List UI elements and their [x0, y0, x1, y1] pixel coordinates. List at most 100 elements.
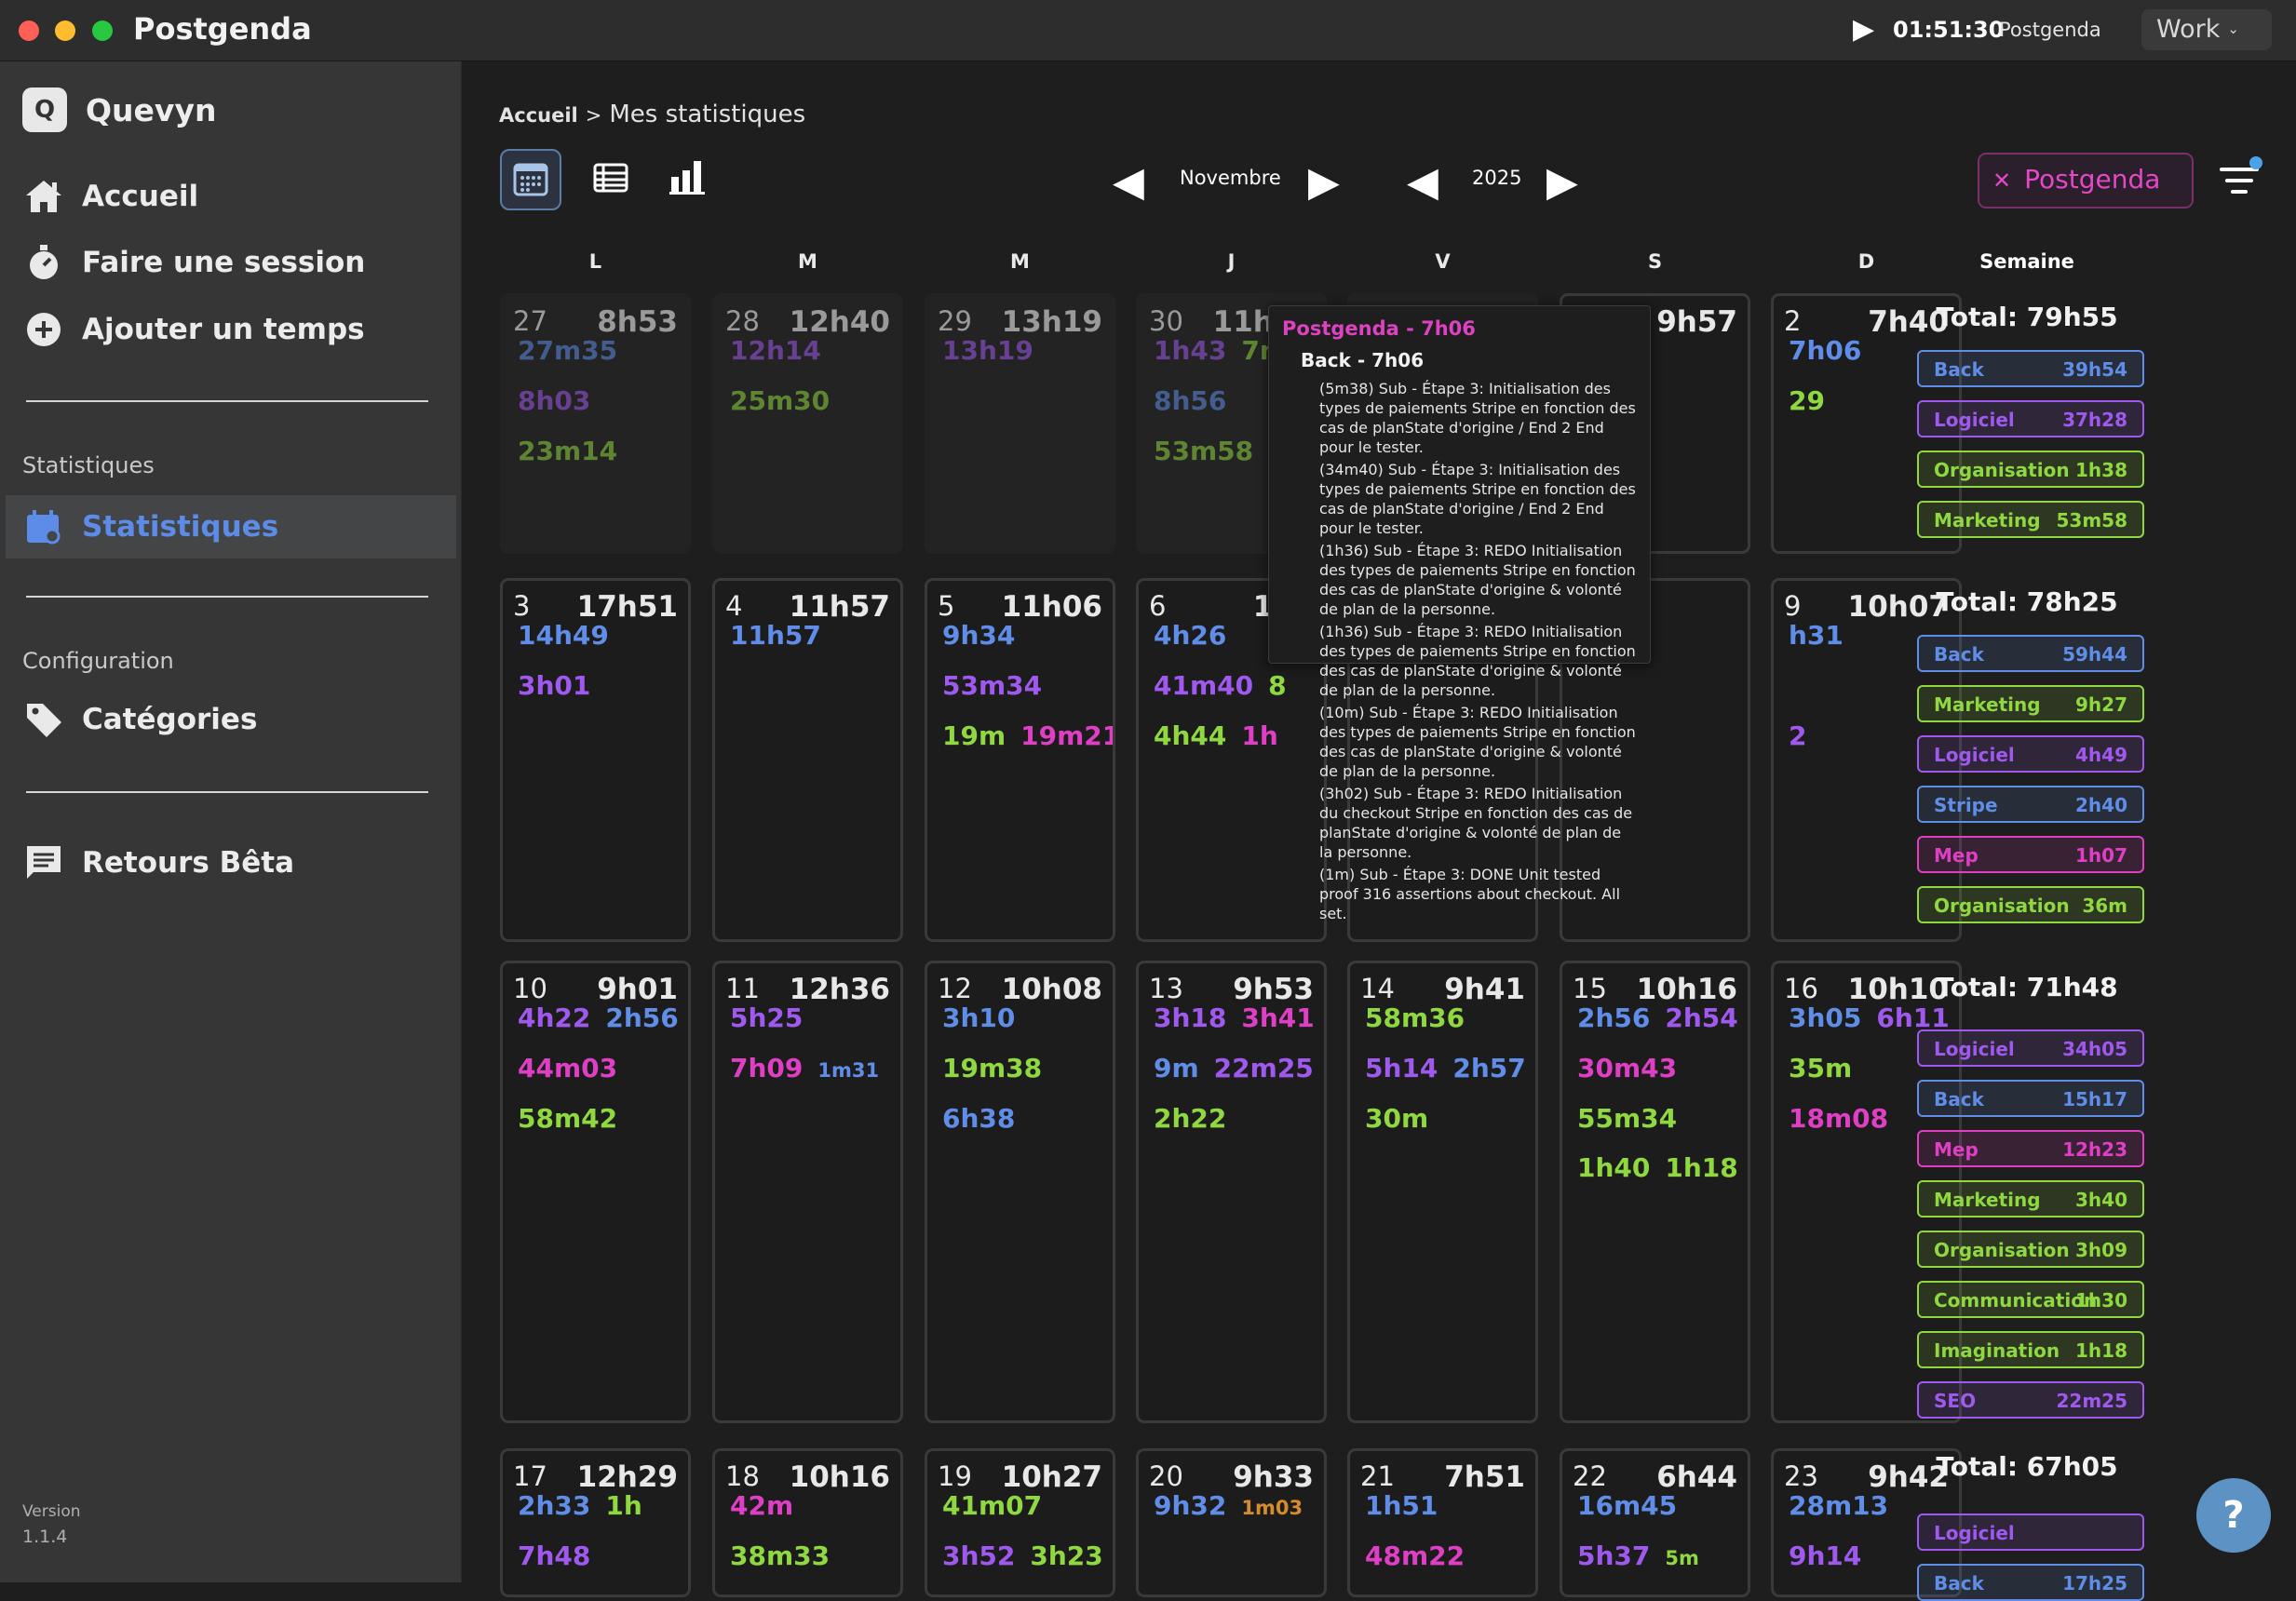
duration-value[interactable]: 25m30 [730, 385, 830, 416]
day-cell[interactable]: 10 9h01 4h22 2h56 44m03 58m42 [500, 961, 691, 1423]
duration-value[interactable]: 1h [1241, 720, 1277, 751]
duration-value[interactable]: 18m08 [1789, 1103, 1888, 1134]
duration-value[interactable]: 5m [1665, 1547, 1699, 1569]
day-cell[interactable]: 13 9h53 3h18 3h41 9m 22m25 2h22 [1136, 961, 1327, 1423]
duration-value[interactable]: 58m36 [1365, 1002, 1465, 1033]
duration-value[interactable]: 2h57 [1452, 1053, 1525, 1083]
duration-value[interactable]: 6h38 [942, 1103, 1015, 1134]
day-cell[interactable]: 3 17h51 14h49 3h01 [500, 578, 691, 942]
duration-value[interactable]: 3h23 [1030, 1540, 1102, 1571]
duration-value[interactable]: 13h19 [942, 335, 1033, 366]
category-badge[interactable]: Logiciel [1917, 1514, 2144, 1551]
duration-value[interactable]: 19m21 [1020, 720, 1113, 751]
duration-value[interactable]: 30m43 [1577, 1053, 1677, 1083]
duration-value[interactable]: 35m [1789, 1053, 1852, 1083]
day-cell[interactable]: 19 10h27 41m07 3h52 3h23 [925, 1448, 1115, 1597]
duration-value[interactable]: 4h44 [1154, 720, 1226, 751]
duration-value[interactable]: 38m33 [730, 1540, 830, 1571]
avatar[interactable]: Q [22, 87, 67, 132]
play-icon[interactable]: ▶ [1853, 16, 1877, 44]
category-badge[interactable]: Mep 12h23 [1917, 1130, 2144, 1167]
duration-value[interactable]: 14h49 [518, 620, 609, 651]
zoom-window-button[interactable] [92, 20, 113, 41]
duration-value[interactable]: 9m [1154, 1053, 1199, 1083]
prev-year-button[interactable]: ◀ [1407, 162, 1438, 203]
duration-value[interactable]: 1m31 [817, 1059, 879, 1082]
category-badge[interactable]: Marketing 9h27 [1917, 685, 2144, 722]
day-cell[interactable]: 14 9h41 58m36 5h14 2h57 30m [1347, 961, 1538, 1423]
duration-value[interactable]: 2 [1789, 720, 1806, 751]
category-badge[interactable]: Back 17h25 [1917, 1564, 2144, 1601]
category-badge[interactable]: Organisation 3h09 [1917, 1231, 2144, 1268]
next-month-button[interactable]: ▶ [1308, 162, 1340, 203]
breadcrumb-home[interactable]: Accueil [499, 104, 578, 127]
close-icon[interactable]: ✕ [1992, 168, 2011, 194]
duration-value[interactable]: 9h32 [1154, 1490, 1226, 1521]
category-badge[interactable]: Organisation 1h38 [1917, 451, 2144, 488]
duration-value[interactable]: 3h10 [942, 1002, 1015, 1033]
duration-value[interactable]: 1h [605, 1490, 642, 1521]
calendar-view-button[interactable] [500, 149, 561, 210]
day-cell[interactable]: 27 8h53 27m35 8h03 23m14 [500, 293, 691, 554]
day-cell[interactable]: 29 13h19 13h19 [925, 293, 1115, 554]
duration-value[interactable]: 4h22 [518, 1002, 590, 1033]
duration-value[interactable]: 22m25 [1214, 1053, 1314, 1083]
duration-value[interactable]: 3h41 [1241, 1002, 1314, 1033]
duration-value[interactable]: 1h40 [1577, 1152, 1650, 1183]
duration-value[interactable]: 41m40 [1154, 670, 1253, 701]
day-cell[interactable]: 15 10h16 2h56 2h54 30m43 55m34 1h40 1h18 [1560, 961, 1750, 1423]
next-year-button[interactable]: ▶ [1546, 162, 1578, 203]
duration-value[interactable]: 7h09 [730, 1053, 803, 1083]
duration-value[interactable]: 1m03 [1241, 1497, 1303, 1519]
workspace-select[interactable]: Work ⌄ [2141, 9, 2272, 50]
table-view-button[interactable] [581, 149, 642, 210]
duration-value[interactable]: 7h48 [518, 1540, 590, 1571]
category-badge[interactable]: Stripe 2h40 [1917, 786, 2144, 823]
category-badge[interactable]: Logiciel 34h05 [1917, 1029, 2144, 1067]
help-button[interactable]: ? [2196, 1478, 2271, 1553]
duration-value[interactable]: 3h18 [1154, 1002, 1226, 1033]
duration-value[interactable]: 3h01 [518, 670, 590, 701]
category-badge[interactable]: SEO 22m25 [1917, 1381, 2144, 1419]
duration-value[interactable]: 9h14 [1789, 1540, 1861, 1571]
close-window-button[interactable] [19, 20, 39, 41]
duration-value[interactable]: 5h25 [730, 1002, 803, 1033]
category-badge[interactable]: Communication 1h30 [1917, 1281, 2144, 1318]
day-cell[interactable]: 17 12h29 2h33 1h 7h48 [500, 1448, 691, 1597]
category-badge[interactable]: Logiciel 4h49 [1917, 735, 2144, 773]
duration-value[interactable]: 2h56 [1577, 1002, 1650, 1033]
duration-value[interactable]: 2h56 [605, 1002, 678, 1033]
duration-value[interactable]: 2h22 [1154, 1103, 1226, 1134]
duration-value[interactable]: 8h03 [518, 385, 590, 416]
duration-value[interactable]: 30m [1365, 1103, 1428, 1134]
category-badge[interactable]: Imagination 1h18 [1917, 1331, 2144, 1368]
day-cell[interactable]: 21 7h51 1h51 48m22 [1347, 1448, 1538, 1597]
category-badge[interactable]: Back 15h17 [1917, 1080, 2144, 1117]
duration-value[interactable]: 23m14 [518, 436, 617, 466]
prev-month-button[interactable]: ◀ [1113, 162, 1144, 203]
day-cell[interactable]: 18 10h16 42m 38m33 [712, 1448, 903, 1597]
day-cell[interactable]: 5 11h06 9h34 53m34 19m 19m21 [925, 578, 1115, 942]
chart-view-button[interactable] [659, 149, 721, 210]
duration-value[interactable]: 5h14 [1365, 1053, 1438, 1083]
category-badge[interactable]: Back 59h44 [1917, 635, 2144, 672]
sidebar-item-session[interactable]: Faire une session [0, 231, 456, 294]
duration-value[interactable]: 41m07 [942, 1490, 1042, 1521]
category-badge[interactable]: Marketing 3h40 [1917, 1180, 2144, 1218]
category-badge[interactable]: Marketing 53m58 [1917, 501, 2144, 538]
duration-value[interactable]: 3h05 [1789, 1002, 1861, 1033]
duration-value[interactable]: 3h52 [942, 1540, 1015, 1571]
duration-value[interactable]: 58m42 [518, 1103, 617, 1134]
duration-value[interactable]: 12h14 [730, 335, 821, 366]
duration-value[interactable]: 1h43 [1154, 335, 1226, 366]
duration-value[interactable]: 1h51 [1365, 1490, 1438, 1521]
duration-value[interactable]: 9h34 [942, 620, 1015, 651]
duration-value[interactable]: 29 [1789, 385, 1825, 416]
sidebar-item-statistiques[interactable]: Statistiques [6, 495, 456, 558]
duration-value[interactable]: 44m03 [518, 1053, 617, 1083]
duration-value[interactable]: 48m22 [1365, 1540, 1465, 1571]
day-cell[interactable]: 22 6h44 16m45 5h37 5m [1560, 1448, 1750, 1597]
minimize-window-button[interactable] [55, 20, 75, 41]
day-cell[interactable]: 20 9h33 9h32 1m03 [1136, 1448, 1327, 1597]
day-cell[interactable]: 12 10h08 3h10 19m38 6h38 [925, 961, 1115, 1423]
